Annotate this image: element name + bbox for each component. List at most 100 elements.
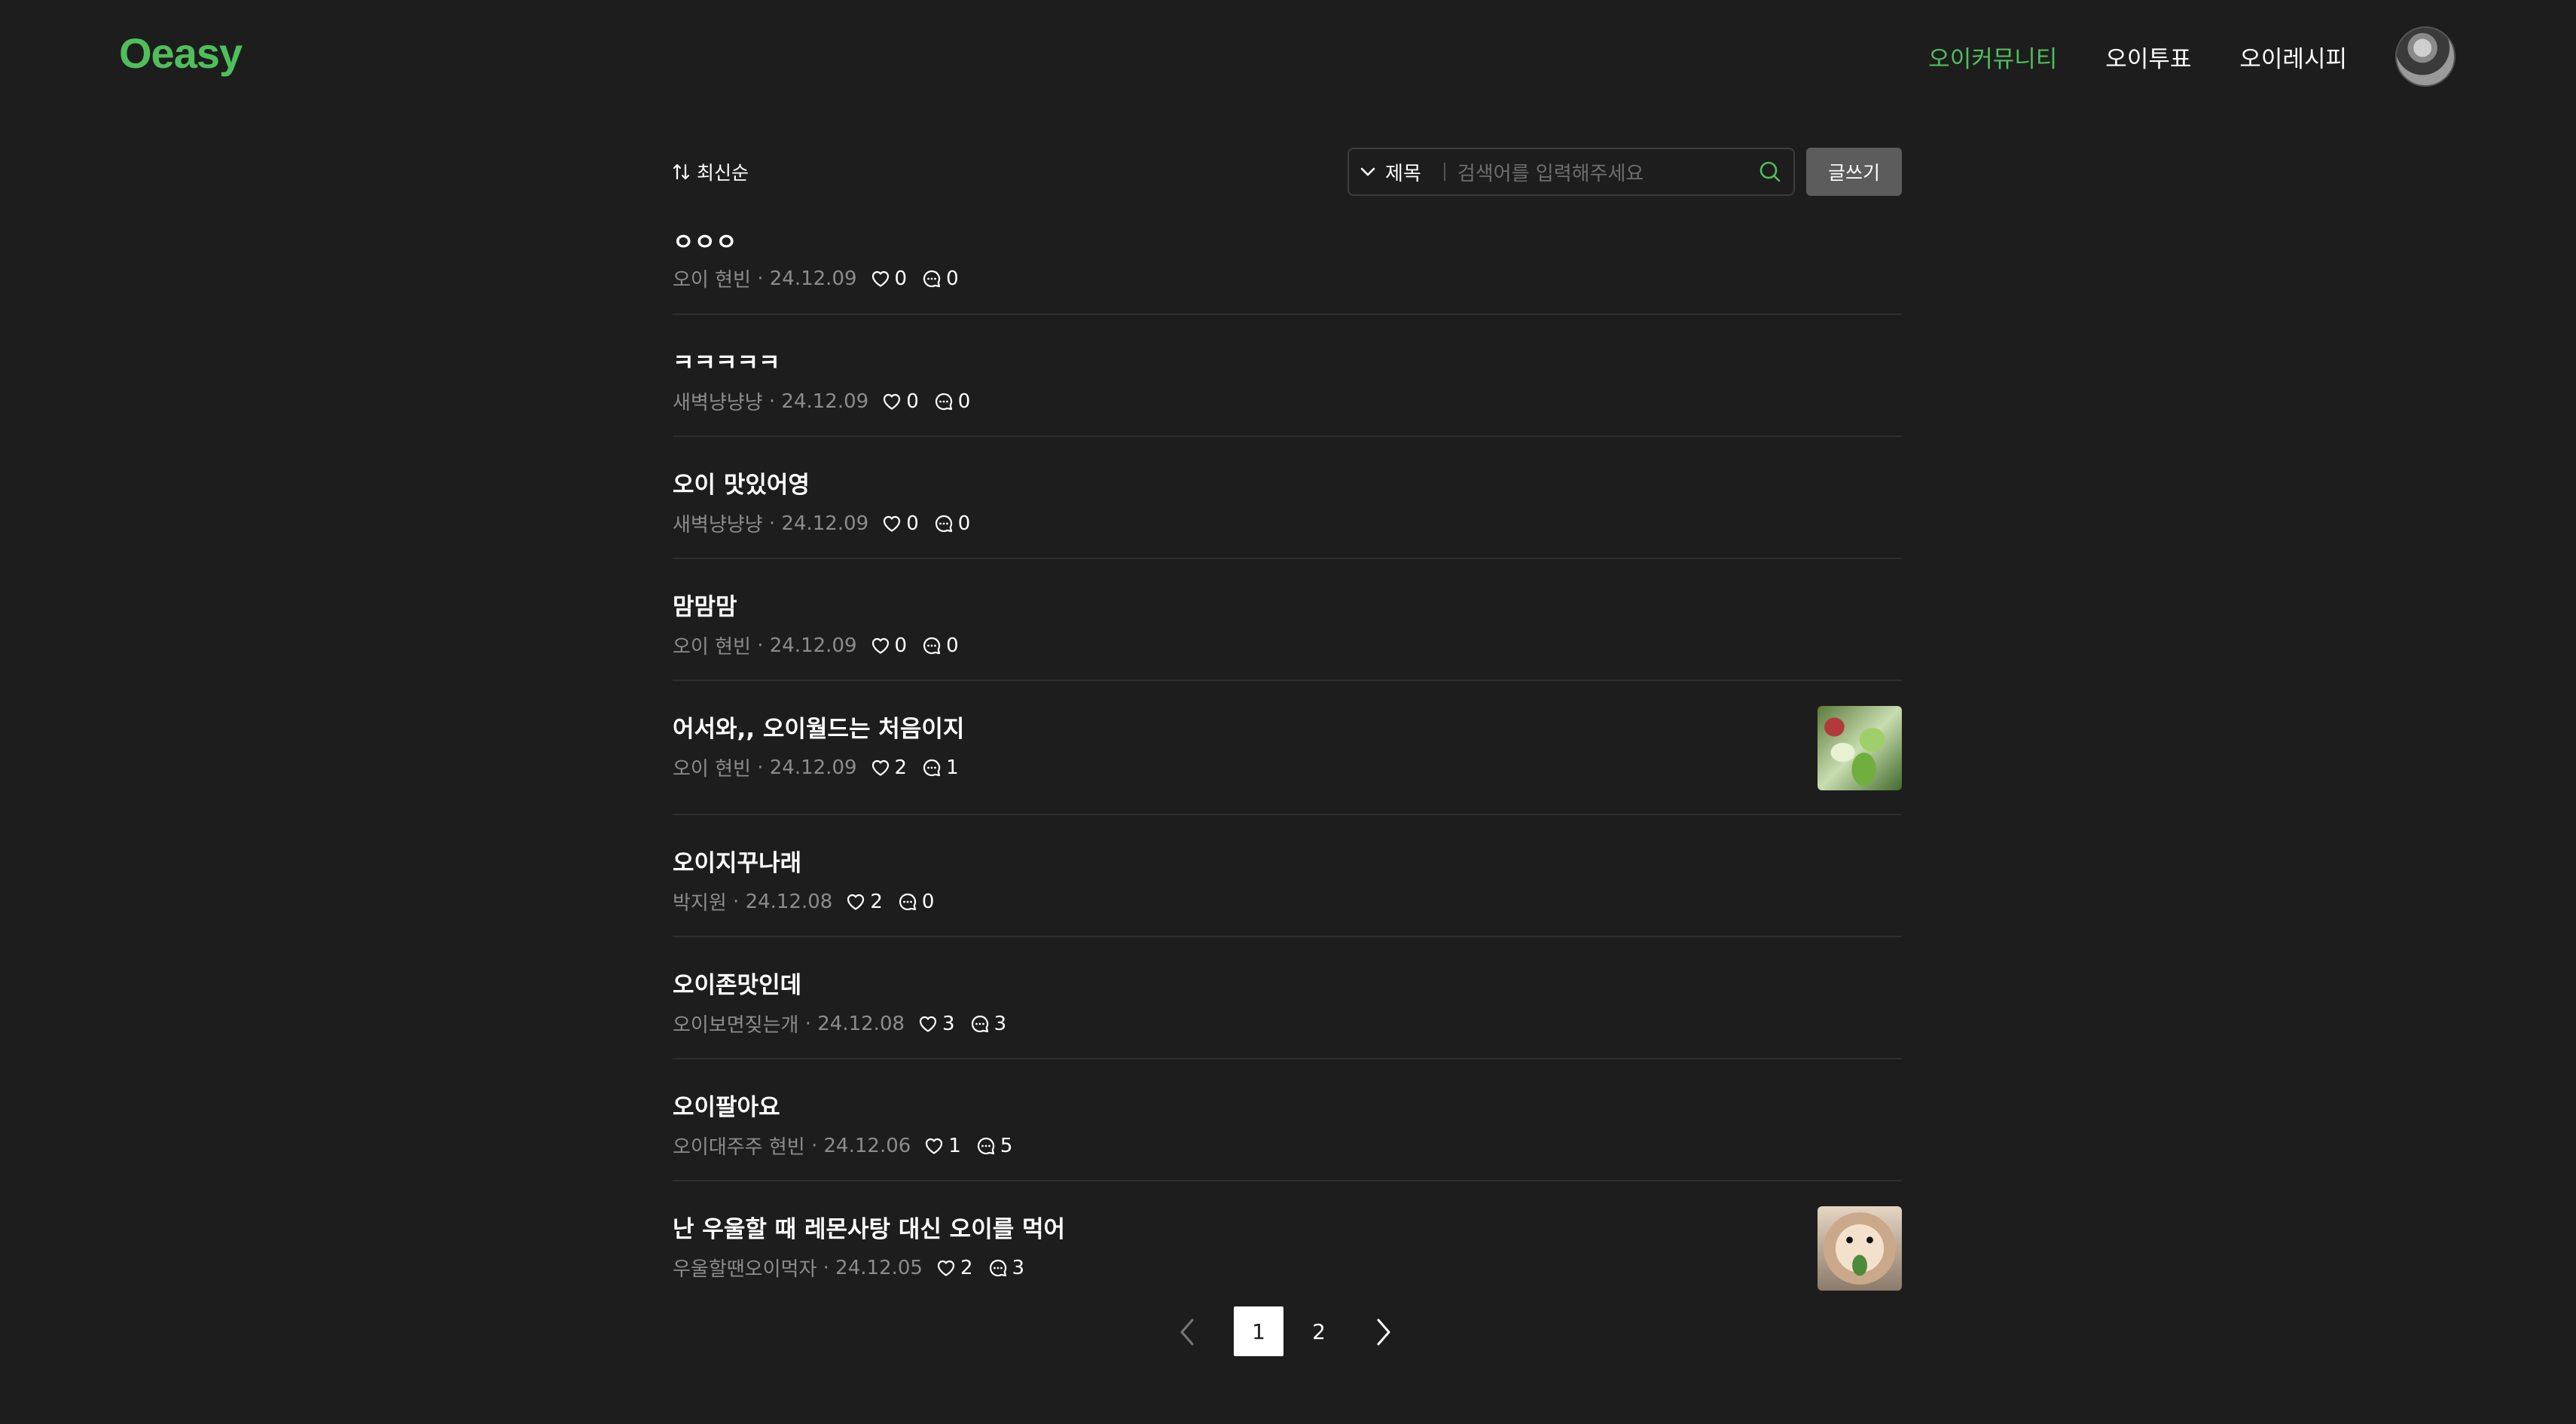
comment-count: 1 [922, 756, 959, 779]
like-count: 2 [846, 891, 883, 913]
post-date: 24.12.09 [769, 756, 857, 779]
like-count-value: 0 [894, 634, 908, 657]
comment-count: 0 [934, 512, 970, 535]
comment-icon [977, 1137, 994, 1154]
meta-separator: · [750, 267, 770, 290]
post-item[interactable]: ㅋㅋㅋㅋㅋ 새벽냥냥냥 · 24.12.09 0 0 [673, 315, 1902, 437]
chevron-down-icon [1360, 167, 1375, 176]
post-title[interactable]: 오이지꾸나래 [673, 844, 801, 878]
like-count: 0 [882, 390, 919, 413]
comment-count: 3 [970, 1012, 1007, 1035]
comment-count: 0 [922, 267, 959, 290]
write-button[interactable]: 글쓰기 [1806, 148, 1902, 196]
meta-separator: · [804, 1134, 824, 1157]
app-frame: Oeasy 오이커뮤니티 오이투표 오이레시피 최신순 제목 검색어를 입력해주… [0, 0, 2576, 1424]
post-date: 24.12.06 [823, 1134, 911, 1157]
post-meta: 오이보면짖는개 · 24.12.08 3 3 [673, 1010, 1006, 1037]
comment-count-value: 1 [946, 756, 959, 779]
post-author: 새벽냥냥냥 [673, 392, 763, 414]
like-count-value: 0 [906, 390, 919, 413]
heart-icon [884, 393, 901, 410]
comment-count: 0 [922, 634, 959, 657]
comment-icon [899, 893, 917, 910]
meta-separator: · [798, 1012, 818, 1035]
page-2-button[interactable]: 2 [1294, 1306, 1344, 1356]
meta-separator: · [726, 890, 746, 913]
meta-separator: · [762, 390, 782, 413]
post-thumbnail[interactable] [1818, 1206, 1902, 1291]
main-nav: 오이커뮤니티 오이투표 오이레시피 [1880, 21, 2455, 92]
like-count: 2 [871, 756, 908, 779]
like-count: 2 [936, 1257, 973, 1279]
heart-icon [847, 894, 865, 910]
meta-separator: · [750, 756, 770, 779]
like-count: 0 [871, 634, 908, 657]
post-title[interactable]: 오이존맛인데 [673, 966, 801, 1000]
post-meta: 오이 현빈 · 24.12.09 0 0 [673, 264, 959, 292]
like-count: 0 [871, 267, 907, 290]
post-author: 오이 현빈 [673, 269, 751, 292]
post-author: 박지원 [673, 892, 727, 915]
search-field-dropdown[interactable]: 제목 [1360, 158, 1421, 186]
post-date: 24.12.05 [835, 1256, 923, 1279]
post-meta: 오이대주주 현빈 · 24.12.06 1 5 [673, 1132, 1012, 1160]
comment-count-value: 3 [1012, 1256, 1025, 1279]
search-icon[interactable] [1759, 160, 1781, 183]
post-meta: 우울할땐오이먹자 · 24.12.05 2 3 [673, 1254, 1024, 1282]
post-item[interactable]: 오이팔아요 오이대주주 현빈 · 24.12.06 1 5 [673, 1059, 1902, 1181]
post-date: 24.12.09 [781, 390, 869, 413]
post-date: 24.12.08 [817, 1012, 905, 1035]
comment-icon [935, 515, 952, 532]
post-title[interactable]: 난 우울할 때 레몬사탕 대신 오이를 먹어 [673, 1210, 1065, 1244]
like-count-value: 1 [948, 1134, 961, 1157]
comment-count: 0 [934, 390, 971, 413]
post-title[interactable]: ㅇㅇㅇ [673, 223, 737, 257]
nav-recipe[interactable]: 오이레시피 [2239, 40, 2347, 74]
post-title[interactable]: 오이 맛있어영 [673, 466, 810, 500]
post-title[interactable]: 맘맘맘 [673, 588, 737, 622]
comment-icon [923, 759, 941, 776]
post-item[interactable]: 어서와,, 오이월드는 처음이지오이 현빈 · 24.12.09 2 1 [673, 681, 1902, 815]
post-item[interactable]: 난 우울할 때 레몬사탕 대신 오이를 먹어 우울할땐오이먹자 · 24.12.0… [673, 1181, 1902, 1302]
post-meta: 오이 현빈 · 24.12.09 2 1 [673, 753, 959, 781]
post-title[interactable]: ㅋㅋㅋㅋㅋ [673, 344, 780, 377]
post-item[interactable]: ㅇㅇㅇ 오이 현빈 · 24.12.09 0 0 [673, 223, 1902, 315]
post-item[interactable]: 오이지꾸나래박지원 · 24.12.08 2 0 [673, 815, 1902, 937]
like-count-value: 2 [894, 756, 908, 779]
comment-count-value: 0 [957, 390, 971, 413]
post-author: 새벽냥냥냥 [673, 514, 763, 536]
pagination: 1 2 [673, 1306, 1902, 1356]
post-item[interactable]: 맘맘맘 오이 현빈 · 24.12.09 0 0 [673, 559, 1902, 681]
post-meta: 새벽냥냥냥 · 24.12.09 0 0 [673, 509, 970, 537]
heart-icon [871, 270, 889, 287]
header: Oeasy 오이커뮤니티 오이투표 오이레시피 [0, 0, 2576, 113]
post-thumbnail[interactable] [1818, 706, 1902, 790]
like-count: 0 [882, 512, 919, 535]
post-item[interactable]: 오이 맛있어영새벽냥냥냥 · 24.12.09 0 0 [673, 437, 1902, 559]
avatar[interactable] [2395, 26, 2455, 87]
post-title[interactable]: 오이팔아요 [673, 1088, 780, 1122]
nav-community[interactable]: 오이커뮤니티 [1928, 40, 2057, 74]
post-title[interactable]: 어서와,, 오이월드는 처음이지 [673, 710, 964, 744]
post-list-section: 최신순 제목 검색어를 입력해주세요 글쓰기 ㅇㅇㅇ 오이 현빈 · 24.12… [673, 148, 1902, 1356]
comment-count-value: 3 [993, 1012, 1007, 1035]
heart-icon [919, 1016, 937, 1032]
comment-count-value: 0 [946, 267, 959, 290]
comment-count: 3 [988, 1256, 1025, 1279]
post-author: 오이 현빈 [673, 758, 751, 781]
post-author: 오이대주주 현빈 [673, 1136, 805, 1159]
prev-page-button[interactable] [1177, 1317, 1197, 1350]
post-meta: 박지원 · 24.12.08 2 0 [673, 888, 934, 915]
sort-icon [673, 163, 690, 180]
heart-icon [884, 515, 901, 532]
post-item[interactable]: 오이존맛인데 오이보면짖는개 · 24.12.08 3 3 [673, 937, 1902, 1059]
next-page-button[interactable] [1374, 1317, 1393, 1350]
comment-icon [923, 270, 941, 287]
nav-vote[interactable]: 오이투표 [2105, 40, 2191, 74]
sort-button[interactable]: 최신순 [673, 158, 749, 185]
search-box: 제목 검색어를 입력해주세요 [1348, 148, 1795, 196]
search-input[interactable]: 검색어를 입력해주세요 [1457, 158, 1759, 186]
logo[interactable]: Oeasy [119, 29, 243, 78]
page-1-button[interactable]: 1 [1234, 1306, 1283, 1356]
post-author: 오이 현빈 [673, 636, 751, 659]
